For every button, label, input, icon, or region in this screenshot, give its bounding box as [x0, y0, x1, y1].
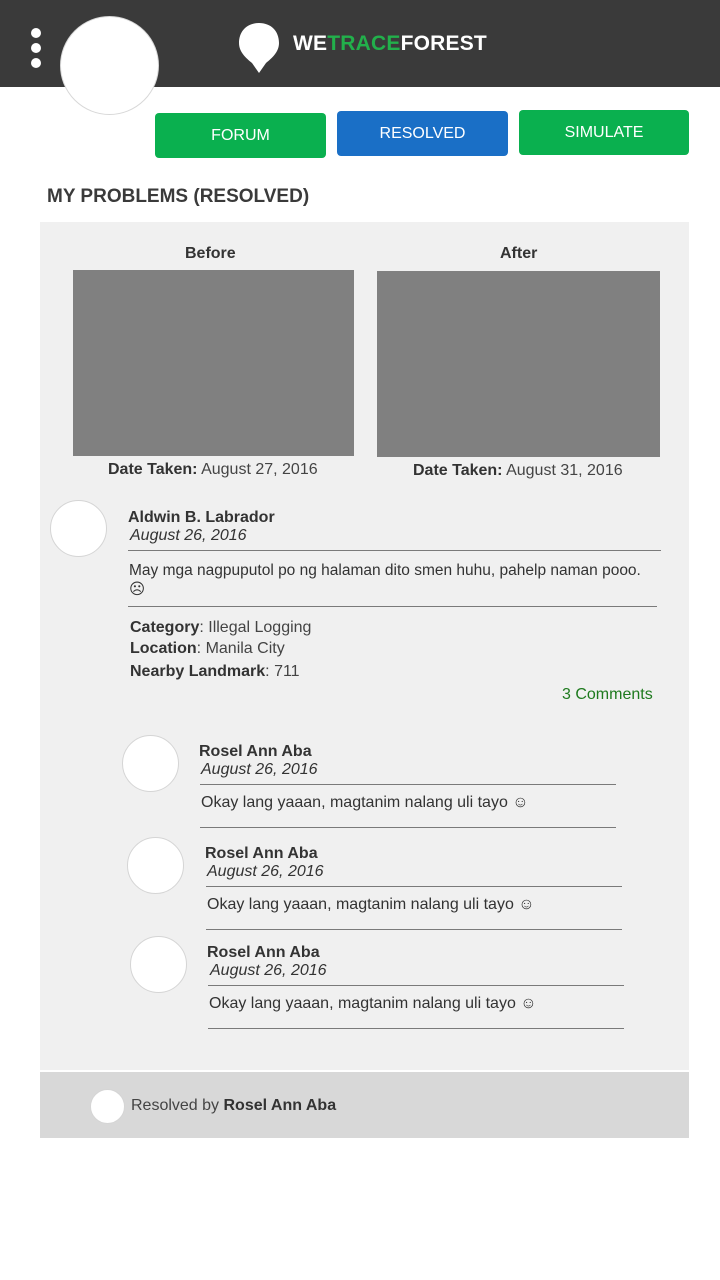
category-value: Illegal Logging — [208, 619, 312, 636]
location-pin-logo-icon — [239, 23, 279, 73]
divider — [206, 886, 622, 887]
comment-text: Okay lang yaaan, magtanim nalang uli tay… — [209, 995, 537, 1012]
comments-count-link[interactable]: 3 Comments — [562, 686, 653, 704]
comment-author-name[interactable]: Rosel Ann Aba — [199, 743, 312, 761]
user-profile-avatar[interactable] — [60, 16, 159, 115]
resolver-name[interactable]: Rosel Ann Aba — [224, 1097, 337, 1114]
landmark-value: 711 — [274, 663, 300, 680]
logo-we: WE — [293, 32, 328, 55]
divider — [128, 550, 661, 551]
before-photo[interactable] — [73, 270, 354, 456]
logo-trace: TRACE — [327, 32, 401, 55]
date-taken-label: Date Taken: — [413, 462, 503, 479]
logo-forest: FOREST — [400, 32, 487, 55]
post-body-text: May mga nagpuputol po ng halaman dito sm… — [129, 562, 641, 598]
post-author-avatar[interactable] — [50, 500, 107, 557]
divider — [128, 606, 657, 607]
divider — [200, 784, 616, 785]
category-label: Category — [130, 619, 200, 636]
divider — [200, 827, 616, 828]
after-label: After — [500, 245, 538, 262]
comment-author-name[interactable]: Rosel Ann Aba — [205, 845, 318, 863]
landmark-label: Nearby Landmark — [130, 663, 266, 680]
comment-date: August 26, 2016 — [201, 761, 318, 778]
comment-author-avatar[interactable] — [130, 936, 187, 993]
post-date: August 26, 2016 — [130, 527, 247, 544]
post-landmark: Nearby Landmark: 711 — [130, 663, 300, 680]
forum-button[interactable]: FORUM — [155, 113, 326, 158]
after-date-value: August 31, 2016 — [506, 462, 623, 479]
location-label: Location — [130, 640, 197, 657]
comment-text: Okay lang yaaan, magtanim nalang uli tay… — [201, 794, 529, 811]
divider — [208, 1028, 624, 1029]
comment-date: August 26, 2016 — [207, 863, 324, 880]
divider — [208, 985, 624, 986]
after-date-taken: Date Taken: August 31, 2016 — [413, 462, 623, 480]
comment-text: Okay lang yaaan, magtanim nalang uli tay… — [207, 896, 535, 913]
post-location: Location: Manila City — [130, 640, 285, 657]
post-category: Category: Illegal Logging — [130, 619, 312, 636]
after-photo[interactable] — [377, 271, 660, 457]
before-date-value: August 27, 2016 — [201, 461, 318, 478]
location-value: Manila City — [205, 640, 285, 657]
more-vert-menu-icon[interactable] — [28, 26, 44, 70]
post-author-name[interactable]: Aldwin B. Labrador — [128, 509, 275, 527]
divider — [206, 929, 622, 930]
resolved-button[interactable]: RESOLVED — [337, 111, 508, 156]
simulate-button[interactable]: SIMULATE — [519, 110, 689, 155]
resolved-by-text: Resolved by Rosel Ann Aba — [131, 1097, 336, 1115]
app-logo-text: WETRACEFOREST — [293, 32, 487, 56]
comment-date: August 26, 2016 — [210, 962, 327, 979]
before-label: Before — [185, 245, 236, 262]
resolved-by-prefix: Resolved by — [131, 1097, 220, 1114]
comment-author-name[interactable]: Rosel Ann Aba — [207, 944, 320, 962]
date-taken-label: Date Taken: — [108, 461, 198, 478]
comment-author-avatar[interactable] — [127, 837, 184, 894]
page-title: MY PROBLEMS (RESOLVED) — [47, 186, 310, 207]
resolver-avatar[interactable] — [90, 1089, 125, 1124]
comment-author-avatar[interactable] — [122, 735, 179, 792]
before-date-taken: Date Taken: August 27, 2016 — [108, 461, 318, 479]
